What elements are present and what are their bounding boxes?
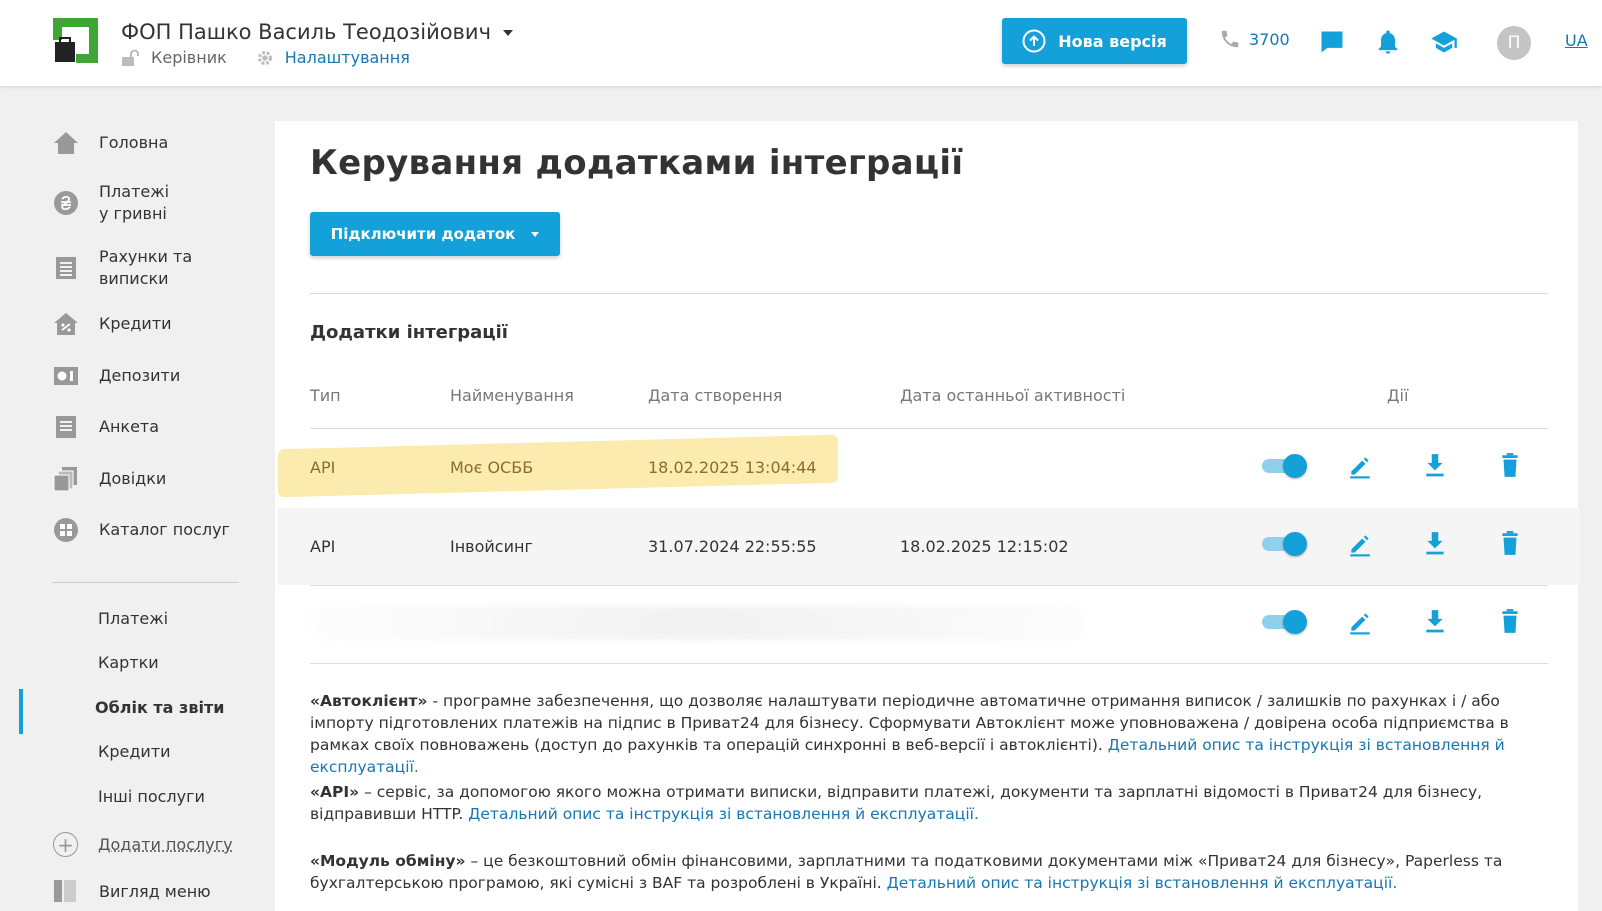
new-version-label: Нова версія bbox=[1058, 32, 1167, 51]
hryvnia-icon bbox=[53, 190, 79, 216]
phone-number: 3700 bbox=[1249, 30, 1290, 49]
sidebar-divider bbox=[52, 582, 239, 583]
sidebar-item-label: Довідки bbox=[99, 468, 166, 490]
row-divider bbox=[310, 663, 1548, 664]
column-header-name: Найменування bbox=[450, 386, 574, 405]
sidebar-subitem-credits[interactable]: Кредити bbox=[98, 742, 171, 761]
connect-app-button[interactable]: Підключити додаток bbox=[310, 212, 560, 256]
sidebar-item-home[interactable]: Головна bbox=[53, 130, 168, 156]
download-icon[interactable] bbox=[1422, 452, 1448, 478]
phone-icon bbox=[1219, 28, 1241, 50]
enable-toggle[interactable] bbox=[1262, 608, 1306, 634]
language-switch[interactable]: UA bbox=[1565, 31, 1588, 50]
gear-icon[interactable] bbox=[255, 49, 275, 67]
sidebar-subitem-other-services[interactable]: Інші послуги bbox=[98, 787, 205, 806]
trash-icon[interactable] bbox=[1497, 530, 1523, 556]
exchange-title: «Модуль обміну» bbox=[310, 852, 466, 870]
view-menu-toggle[interactable]: Вигляд меню bbox=[53, 878, 211, 904]
download-icon[interactable] bbox=[1422, 530, 1448, 556]
divider bbox=[310, 293, 1548, 294]
column-header-actions: Дії bbox=[1387, 386, 1408, 405]
chat-icon[interactable] bbox=[1318, 28, 1346, 56]
avatar[interactable]: П bbox=[1497, 26, 1531, 60]
cell-name: Інвойсинг bbox=[450, 537, 533, 556]
sidebar-item-label: Кредити bbox=[99, 313, 172, 335]
statement-icon bbox=[53, 255, 79, 281]
privatbank-logo-icon[interactable] bbox=[53, 18, 98, 63]
unlock-icon bbox=[121, 49, 141, 67]
sidebar-item-label: Депозити bbox=[99, 365, 180, 387]
sidebar-item-catalog[interactable]: Каталог послуг bbox=[53, 517, 230, 543]
arrow-up-circle-icon bbox=[1022, 29, 1046, 53]
edit-pencil-icon[interactable] bbox=[1347, 609, 1373, 635]
deposit-icon bbox=[53, 363, 79, 389]
sidebar-item-label: Платежі у гривні bbox=[99, 181, 169, 225]
sidebar-subitem-accounting-reports[interactable]: Облік та звіти bbox=[95, 698, 224, 717]
sidebar-item-label: Анкета bbox=[99, 416, 159, 438]
sidebar-item-deposits[interactable]: Депозити bbox=[53, 363, 180, 389]
download-icon[interactable] bbox=[1422, 608, 1448, 634]
column-header-type: Тип bbox=[310, 386, 341, 405]
sidebar-item-label: Головна bbox=[99, 132, 168, 154]
connect-app-label: Підключити додаток bbox=[331, 225, 516, 243]
trash-icon[interactable] bbox=[1497, 452, 1523, 478]
documents-icon bbox=[53, 466, 79, 492]
column-header-created: Дата створення bbox=[648, 386, 782, 405]
sidebar-subitem-payments[interactable]: Платежі bbox=[98, 609, 168, 628]
chevron-down-icon bbox=[531, 232, 539, 237]
exchange-module-description: «Модуль обміну» – це безкоштовний обмін … bbox=[310, 850, 1550, 894]
section-title: Додатки інтеграції bbox=[310, 322, 508, 343]
page-title: Керування додатками інтеграції bbox=[310, 143, 963, 183]
cell-last-activity: 18.02.2025 12:15:02 bbox=[900, 537, 1069, 556]
credit-house-icon bbox=[53, 311, 79, 337]
company-dropdown-icon[interactable] bbox=[503, 30, 513, 36]
user-role: Керівник bbox=[151, 48, 227, 67]
enable-toggle[interactable] bbox=[1262, 452, 1306, 478]
cell-type: API bbox=[310, 537, 335, 556]
sidebar-item-accounts[interactable]: Рахунки та виписки bbox=[53, 246, 192, 290]
api-title: «API» bbox=[310, 783, 359, 801]
sidebar-item-payments-uah[interactable]: Платежі у гривні bbox=[53, 181, 169, 225]
view-menu-label: Вигляд меню bbox=[99, 882, 211, 901]
table-header-divider bbox=[310, 428, 1548, 429]
top-header: ФОП Пашко Василь Теодозійович Керівник Н… bbox=[0, 0, 1602, 86]
form-icon bbox=[53, 414, 79, 440]
graduation-cap-icon[interactable] bbox=[1430, 28, 1458, 56]
phone-link[interactable]: 3700 bbox=[1219, 28, 1290, 50]
blurred-row-content bbox=[310, 606, 1085, 640]
cell-name: Моє ОСББ bbox=[450, 458, 533, 477]
add-service-label: Додати послугу bbox=[98, 835, 233, 854]
edit-pencil-icon[interactable] bbox=[1347, 453, 1373, 479]
bell-icon[interactable] bbox=[1374, 28, 1402, 56]
sidebar-item-label: Рахунки та виписки bbox=[99, 246, 192, 290]
edit-pencil-icon[interactable] bbox=[1347, 531, 1373, 557]
active-indicator bbox=[19, 689, 23, 734]
plus-icon: + bbox=[53, 832, 78, 857]
catalog-icon bbox=[53, 517, 79, 543]
exchange-link[interactable]: Детальний опис та інструкція зі встановл… bbox=[887, 874, 1398, 892]
sidebar-item-label: Каталог послуг bbox=[99, 519, 230, 541]
api-description: «API» – сервіс, за допомогою якого можна… bbox=[310, 781, 1550, 825]
sidebar-item-credits[interactable]: Кредити bbox=[53, 311, 172, 337]
trash-icon[interactable] bbox=[1497, 608, 1523, 634]
header-subline: Керівник Налаштування bbox=[121, 48, 410, 67]
home-icon bbox=[53, 130, 79, 156]
column-header-last-activity: Дата останньої активності bbox=[900, 386, 1125, 405]
new-version-button[interactable]: Нова версія bbox=[1002, 18, 1187, 64]
cell-created: 18.02.2025 13:04:44 bbox=[648, 458, 817, 477]
api-link[interactable]: Детальний опис та інструкція зі встановл… bbox=[468, 805, 979, 823]
sidebar-item-form[interactable]: Анкета bbox=[53, 414, 159, 440]
cell-created: 31.07.2024 22:55:55 bbox=[648, 537, 817, 556]
autoclient-title: «Автоклієнт» bbox=[310, 692, 428, 710]
sidebar-subitem-cards[interactable]: Картки bbox=[98, 653, 159, 672]
company-name[interactable]: ФОП Пашко Василь Теодозійович bbox=[121, 20, 491, 44]
autoclient-description: «Автоклієнт» - програмне забезпечення, щ… bbox=[310, 690, 1550, 778]
cell-type: API bbox=[310, 458, 335, 477]
enable-toggle[interactable] bbox=[1262, 530, 1306, 556]
settings-link[interactable]: Налаштування bbox=[285, 48, 410, 67]
sidebar-item-certificates[interactable]: Довідки bbox=[53, 466, 166, 492]
menu-layout-icon bbox=[53, 878, 77, 904]
add-service-button[interactable]: + Додати послугу bbox=[53, 832, 233, 857]
